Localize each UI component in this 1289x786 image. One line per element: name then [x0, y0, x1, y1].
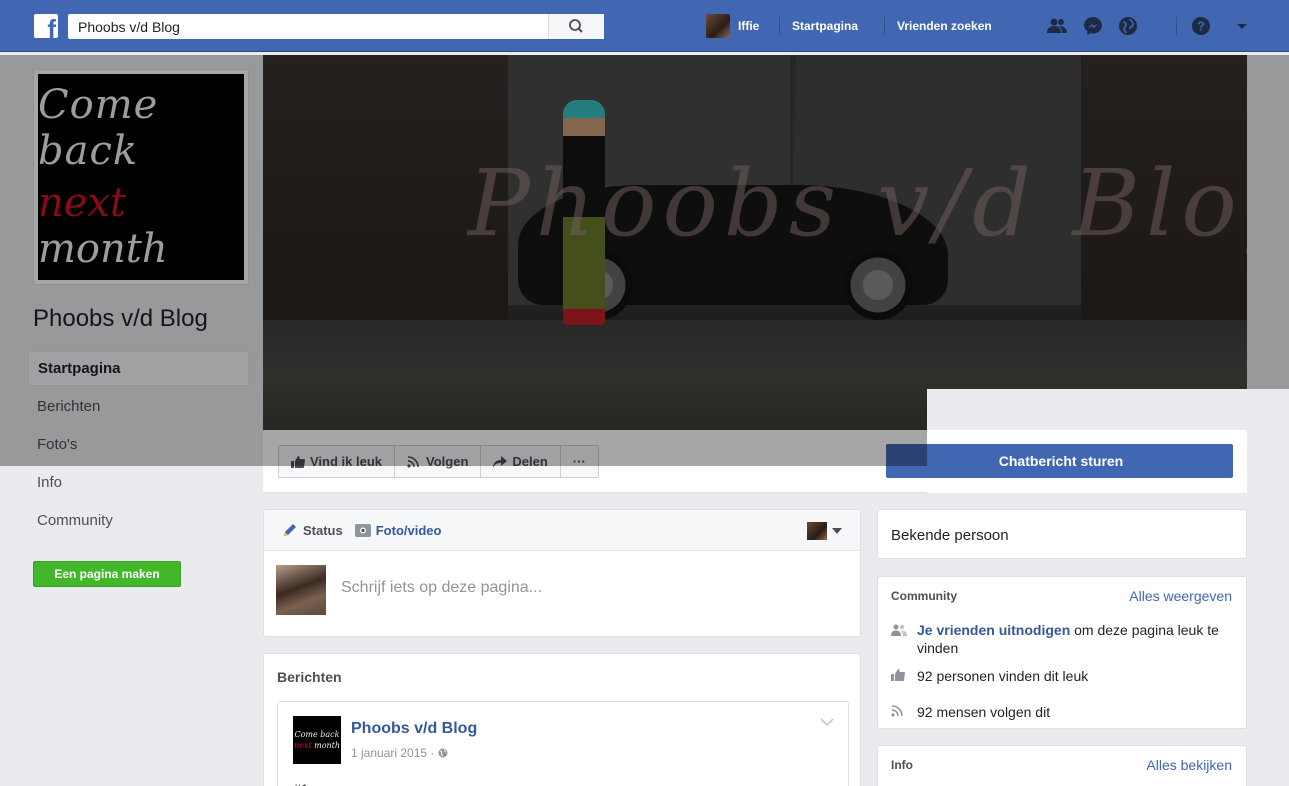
page-category-card: Bekende persoon — [877, 509, 1247, 559]
profile-link[interactable]: Iffie — [706, 13, 759, 39]
share-button[interactable]: Delen — [481, 446, 561, 477]
info-title: Info — [891, 758, 913, 772]
cover-photo[interactable]: Phoobs v/d Blog — [263, 55, 1247, 430]
follows-count[interactable]: 92 mensen volgen dit — [917, 703, 1050, 721]
post-text: #1 — [293, 781, 309, 786]
profile-picture-rest-word: month — [38, 226, 168, 272]
tab-photo-video[interactable]: Foto/video — [354, 522, 442, 538]
like-button[interactable]: Vind ik leuk — [279, 446, 396, 477]
invite-friends-icon — [891, 624, 907, 636]
sidebar-item-home[interactable]: Startpagina — [28, 351, 249, 386]
thumbs-up-icon — [891, 669, 905, 681]
community-title: Community — [891, 589, 957, 603]
thumbs-up-icon — [291, 455, 305, 468]
posts-section: Berichten Come back next month Phoobs v/… — [263, 653, 861, 786]
svg-text:?: ? — [1197, 19, 1205, 34]
globe-notifications-icon[interactable] — [1117, 15, 1139, 37]
cover-wheel-rear — [843, 250, 913, 320]
composer-body: Schrijf iets op deze pagina... — [264, 551, 860, 637]
community-card: Community Alles weergeven Je vrienden ui… — [877, 576, 1247, 729]
friend-requests-icon[interactable] — [1046, 15, 1068, 37]
cover-watermark: Phoobs v/d Blog — [468, 150, 1247, 257]
tab-status[interactable]: Status — [282, 522, 343, 538]
search-input[interactable] — [68, 14, 538, 39]
user-name: Iffie — [738, 19, 760, 33]
post-avatar-line1: Come back — [294, 730, 340, 739]
likes-count[interactable]: 92 personen vinden dit leuk — [917, 667, 1088, 685]
post-card: Come back next month Phoobs v/d Blog 1 j… — [277, 701, 849, 786]
sidebar-item-posts[interactable]: Berichten — [28, 389, 249, 427]
send-message-label: Chatbericht sturen — [998, 453, 1124, 469]
create-page-button[interactable]: Een pagina maken — [33, 561, 181, 587]
sidebar-item-community[interactable]: Community — [28, 503, 249, 541]
follow-button[interactable]: Volgen — [395, 446, 482, 477]
camera-icon — [354, 524, 371, 537]
search-button[interactable] — [548, 14, 604, 39]
follows-row: 92 mensen volgen dit — [891, 703, 1050, 721]
profile-picture-line1: Come back — [38, 82, 159, 174]
follow-label: Volgen — [426, 454, 469, 469]
divider — [779, 17, 780, 35]
messenger-icon[interactable] — [1082, 15, 1104, 37]
tab-status-label: Status — [303, 522, 343, 538]
page-title[interactable]: Phoobs v/d Blog — [33, 305, 208, 333]
avatar — [276, 565, 326, 615]
avatar — [706, 14, 730, 38]
divider — [1176, 17, 1177, 35]
share-label: Delen — [512, 454, 548, 469]
posts-header: Berichten — [277, 669, 342, 685]
dropdown-arrow-icon[interactable] — [1231, 15, 1253, 37]
profile-picture-line2: next month — [38, 180, 244, 272]
page-actions-group: Vind ik leuk Volgen Delen ··· — [278, 445, 599, 478]
chevron-down-icon — [832, 528, 842, 534]
invite-friends-text: Je vrienden uitnodigen om deze pagina le… — [917, 621, 1237, 657]
tab-photo-label: Foto/video — [375, 522, 442, 538]
divider — [884, 17, 885, 35]
profile-picture-artwork: Come back next month — [38, 74, 244, 280]
post-author-avatar[interactable]: Come back next month — [293, 716, 341, 764]
post-avatar-rest-word: month — [314, 741, 341, 750]
profile-picture-red-word: next — [38, 180, 127, 226]
post-timestamp[interactable]: 1 januari 2015 · — [351, 746, 448, 760]
sidebar-item-photos[interactable]: Foto's — [28, 427, 249, 465]
like-label: Vind ik leuk — [310, 454, 383, 469]
composer-tabs: Status Foto/video — [264, 510, 860, 551]
globe-icon — [438, 748, 448, 758]
post-avatar-red-word: next — [293, 741, 312, 750]
rss-follow-icon — [891, 705, 903, 717]
page-navigation: Startpagina Berichten Foto's Info Commun… — [28, 351, 249, 541]
help-icon[interactable]: ? — [1190, 15, 1212, 37]
likes-row: 92 personen vinden dit leuk — [891, 667, 1088, 685]
rss-follow-icon — [407, 455, 419, 468]
invite-friends-row: Je vrienden uitnodigen om deze pagina le… — [891, 621, 1237, 657]
post-as-selector[interactable] — [807, 522, 842, 540]
pencil-icon — [284, 524, 296, 536]
info-card: Info Alles bekijken — [877, 745, 1247, 786]
post-date: 1 januari 2015 · — [351, 746, 438, 760]
home-link[interactable]: Startpagina — [792, 19, 858, 33]
post-composer: Status Foto/video Schrijf iets op deze p… — [263, 509, 861, 637]
share-arrow-icon — [493, 455, 508, 468]
facebook-logo-icon[interactable]: f — [34, 14, 58, 38]
post-avatar-line2: next month — [294, 740, 340, 751]
composer-input[interactable]: Schrijf iets op deze pagina... — [341, 579, 542, 597]
more-options-button[interactable]: ··· — [561, 446, 598, 477]
sidebar-item-info[interactable]: Info — [28, 465, 249, 503]
info-see-all-link[interactable]: Alles bekijken — [1146, 757, 1232, 773]
post-author-name[interactable]: Phoobs v/d Blog — [351, 720, 477, 738]
search-box — [68, 14, 604, 39]
find-friends-link[interactable]: Vrienden zoeken — [897, 19, 992, 33]
page-profile-picture[interactable]: Come back next month — [33, 69, 249, 285]
search-icon — [569, 19, 583, 33]
send-message-button-visible[interactable]: Chatbericht sturen — [927, 444, 1233, 478]
page-category[interactable]: Bekende persoon — [891, 527, 1009, 544]
chevron-down-icon[interactable] — [820, 718, 834, 727]
top-navigation-bar: f Iffie Startpagina Vrienden zoeken ? — [0, 0, 1289, 52]
community-see-all-link[interactable]: Alles weergeven — [1129, 588, 1232, 604]
avatar — [807, 522, 827, 540]
invite-friends-link[interactable]: Je vrienden uitnodigen — [917, 622, 1070, 638]
